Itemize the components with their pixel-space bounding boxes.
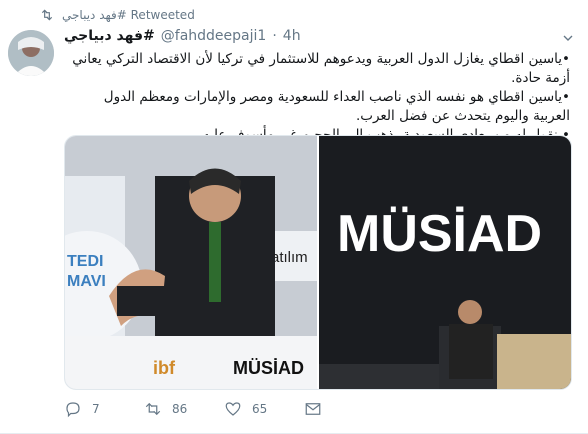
tweet-text: •ياسين اقطاي يغازل الدول العربية ويدعوهم…: [64, 50, 570, 145]
like-button[interactable]: 65: [224, 400, 304, 418]
message-icon: [305, 403, 321, 415]
tweet-header: فهد دبياجي# @fahddeepaji1 · 4h: [64, 28, 301, 44]
banner-text-tedi: TEDI: [67, 253, 103, 270]
photo-speaker-podium[interactable]: TEDI MAVI Katılım ibf MÜSİAD: [65, 136, 317, 389]
photo-musiad-stage[interactable]: MÜSİAD: [319, 136, 571, 389]
media-grid: TEDI MAVI Katılım ibf MÜSİAD MÜSİAD: [64, 135, 572, 390]
tweet-actions: 7 86 65: [64, 400, 384, 418]
display-name[interactable]: فهد دبياجي#: [64, 28, 155, 44]
banner-text-ibf: ibf: [153, 358, 176, 378]
tweet-line: •ياسين اقطاي هو نفسه الذي ناصب العداء لل…: [103, 89, 570, 124]
like-count: 65: [252, 402, 268, 416]
retweet-icon: [145, 402, 161, 416]
avatar[interactable]: [8, 30, 54, 76]
banner-text-mavi: MAVI: [67, 273, 106, 290]
heart-icon: [225, 402, 241, 416]
handle[interactable]: @fahddeepaji1: [161, 28, 267, 44]
timestamp[interactable]: 4h: [283, 28, 301, 44]
reply-button[interactable]: 7: [64, 400, 144, 418]
retweet-icon: [41, 9, 53, 21]
retweet-label: فهد ديباجي# Retweeted: [62, 8, 195, 22]
retweet-button[interactable]: 86: [144, 400, 224, 418]
chevron-down-icon[interactable]: [560, 30, 576, 46]
reply-icon: [66, 402, 80, 418]
tweet-line: •ياسين اقطاي يغازل الدول العربية ويدعوهم…: [72, 51, 570, 86]
retweet-count: 86: [172, 402, 188, 416]
separator: ·: [272, 28, 277, 44]
banner-text-musiad-small: MÜSİAD: [233, 358, 304, 378]
reply-count: 7: [92, 402, 100, 416]
tweet[interactable]: فهد ديباجي# Retweeted فهد دبياجي# @fahdd…: [0, 0, 588, 434]
retweet-context: فهد ديباجي# Retweeted: [40, 8, 195, 22]
direct-message-button[interactable]: [304, 400, 384, 418]
banner-text-musiad: MÜSİAD: [337, 205, 542, 263]
